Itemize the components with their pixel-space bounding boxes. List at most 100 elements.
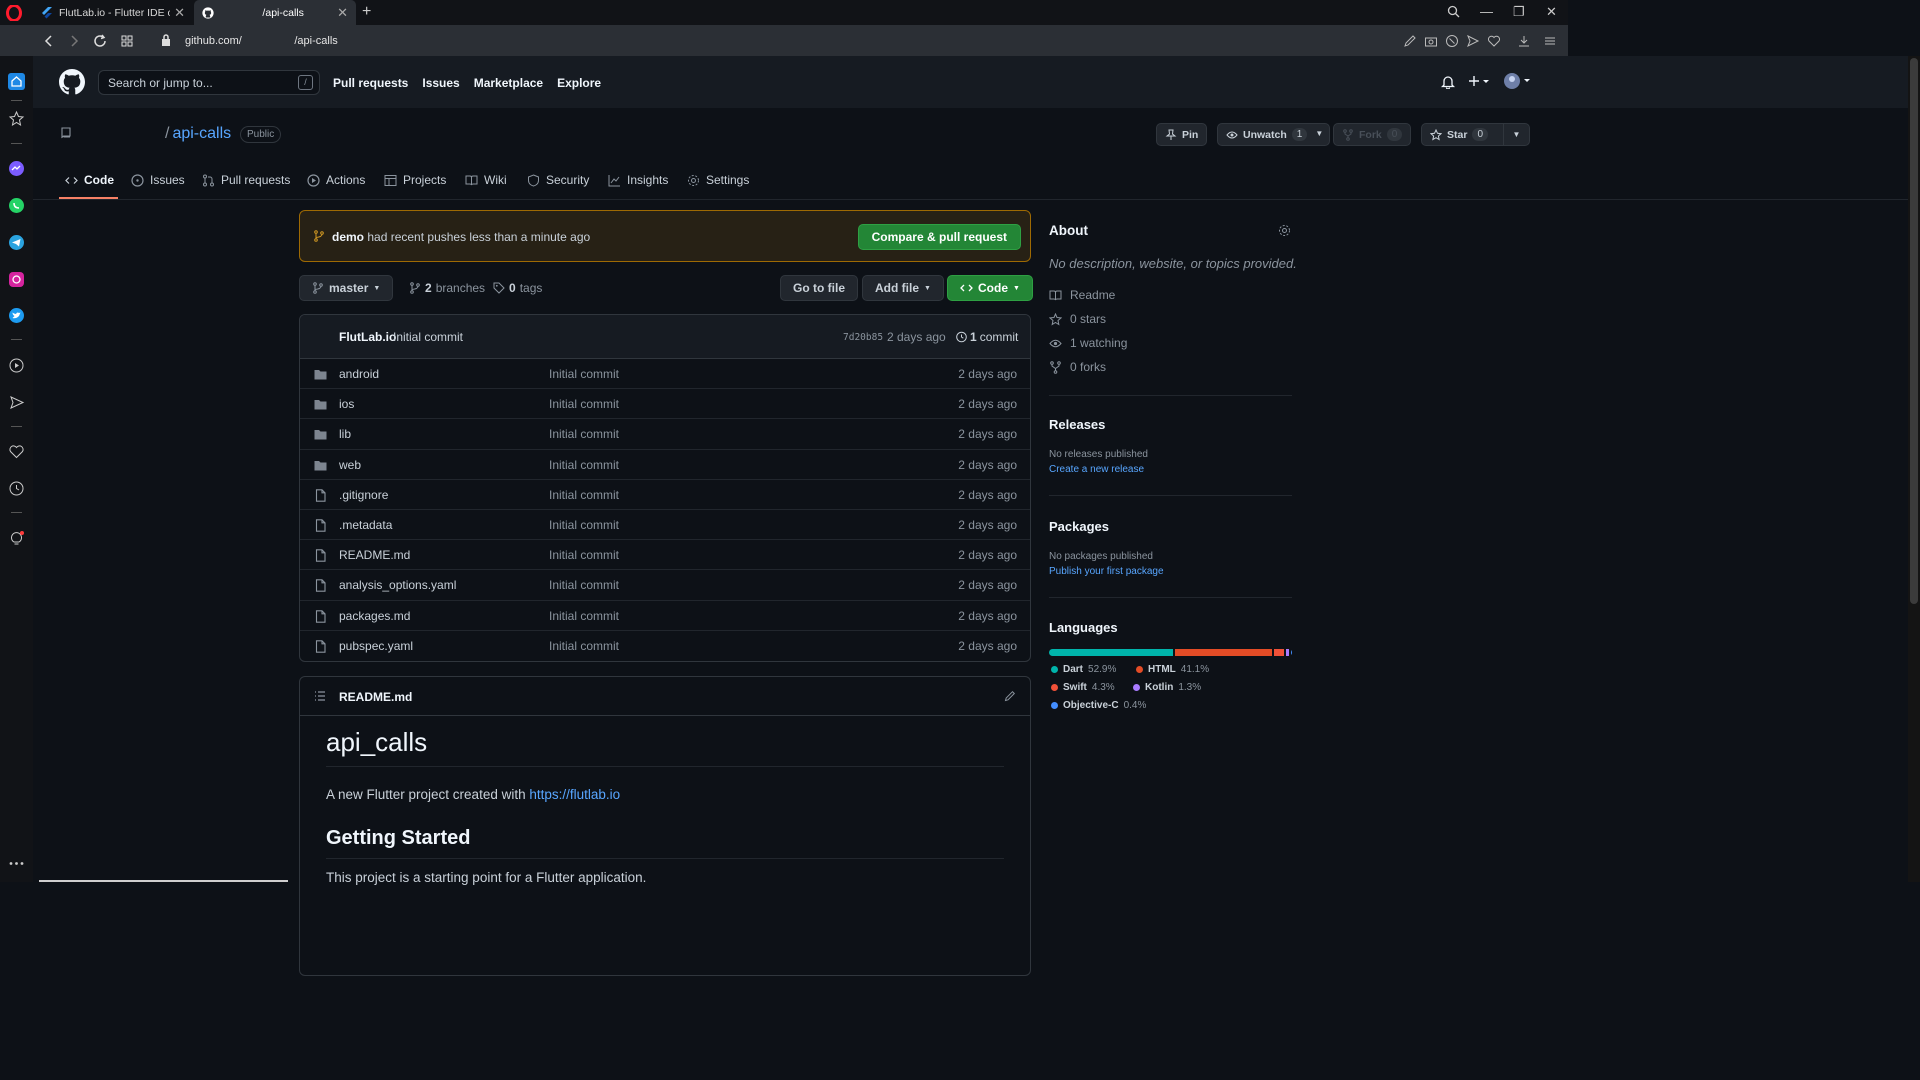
table-row[interactable]: pubspec.yaml Initial commit 2 days ago (300, 631, 1030, 661)
table-row[interactable]: .gitignore Initial commit 2 days ago (300, 480, 1030, 510)
language-item[interactable]: Dart 52.9% (1051, 664, 1116, 675)
file-commit-message[interactable]: Initial commit (549, 639, 619, 653)
stars-link[interactable]: 0 stars (1049, 312, 1106, 326)
table-row[interactable]: android Initial commit 2 days ago (300, 359, 1030, 390)
language-bar-segment[interactable] (1273, 649, 1284, 656)
file-commit-message[interactable]: Initial commit (549, 518, 619, 532)
download-icon[interactable] (1517, 34, 1531, 48)
minimize-icon[interactable]: — (1480, 4, 1493, 19)
language-bar-segment[interactable] (1049, 649, 1174, 656)
lightbulb-icon[interactable] (8, 530, 25, 547)
player-icon[interactable] (8, 357, 25, 374)
table-row[interactable]: packages.md Initial commit 2 days ago (300, 601, 1030, 631)
table-row[interactable]: .metadata Initial commit 2 days ago (300, 510, 1030, 541)
close-tab-icon[interactable]: ✕ (174, 5, 185, 21)
back-icon[interactable] (41, 33, 57, 49)
language-item[interactable]: Objective-C 0.4% (1051, 700, 1146, 711)
file-name-link[interactable]: android (339, 367, 379, 381)
fork-button[interactable]: Fork 0 (1333, 123, 1412, 146)
file-commit-message[interactable]: Initial commit (549, 427, 619, 441)
ad-block-icon[interactable] (1445, 34, 1459, 48)
close-tab-icon[interactable]: ✕ (337, 5, 348, 21)
branch-select-button[interactable]: master ▼ (299, 275, 394, 301)
commit-message[interactable]: Initial commit (393, 330, 463, 344)
gear-icon[interactable] (1278, 224, 1291, 237)
tab-security[interactable]: Security (527, 173, 589, 187)
new-tab-button[interactable]: + (362, 3, 371, 21)
file-name-link[interactable]: ios (339, 397, 354, 411)
file-name-link[interactable]: packages.md (339, 609, 410, 623)
heart-icon[interactable] (1487, 34, 1501, 48)
file-name-link[interactable]: analysis_options.yaml (339, 578, 456, 592)
file-commit-message[interactable]: Initial commit (549, 548, 619, 562)
file-commit-message[interactable]: Initial commit (549, 397, 619, 411)
pencil-icon[interactable] (1004, 690, 1016, 702)
chevron-down-icon[interactable]: ▼ (1315, 129, 1323, 138)
messenger-icon[interactable] (8, 160, 25, 177)
tab-projects[interactable]: Projects (384, 173, 446, 187)
language-item[interactable]: Kotlin 1.3% (1133, 682, 1201, 693)
nav-explore[interactable]: Explore (557, 76, 601, 90)
forward-icon[interactable] (66, 33, 82, 49)
star-list-dropdown[interactable]: ▼ (1503, 124, 1529, 145)
tab-actions[interactable]: Actions (307, 173, 365, 187)
github-logo-icon[interactable] (59, 69, 85, 95)
code-button[interactable]: Code ▼ (947, 275, 1033, 301)
readme-filename[interactable]: README.md (339, 690, 412, 704)
search-input[interactable]: Search or jump to... / (98, 70, 320, 95)
restore-icon[interactable]: ❐ (1513, 4, 1525, 20)
file-name-link[interactable]: pubspec.yaml (339, 639, 413, 653)
lock-icon[interactable] (160, 34, 172, 46)
file-commit-message[interactable]: Initial commit (549, 458, 619, 472)
nav-pull-requests[interactable]: Pull requests (333, 76, 408, 90)
more-icon[interactable] (8, 855, 25, 872)
go-to-file-button[interactable]: Go to file (780, 275, 858, 301)
page-scrollbar[interactable] (1908, 56, 1920, 882)
file-name-link[interactable]: web (339, 458, 361, 472)
file-commit-message[interactable]: Initial commit (549, 609, 619, 623)
flutlab-link[interactable]: https://flutlab.io (529, 787, 620, 802)
add-file-button[interactable]: Add file ▼ (862, 275, 944, 301)
language-bar-segment[interactable] (1286, 649, 1290, 656)
file-name-link[interactable]: README.md (339, 548, 410, 562)
file-name-link[interactable]: .gitignore (339, 488, 388, 502)
scrollbar-thumb[interactable] (1910, 58, 1918, 604)
browser-tab-github[interactable]: ⠀ ⠀ ⠀ ⠀ /api-calls ✕ (194, 0, 356, 25)
table-row[interactable]: analysis_options.yaml Initial commit 2 day… (300, 570, 1030, 601)
readme-link[interactable]: Readme (1049, 288, 1115, 302)
unwatch-button[interactable]: Unwatch 1 ▼ (1217, 123, 1331, 146)
star-button[interactable]: Star 0 ▼ (1421, 123, 1530, 146)
tab-wiki[interactable]: Wiki (465, 173, 507, 187)
tab-settings[interactable]: Settings (687, 173, 749, 187)
nav-issues[interactable]: Issues (422, 76, 459, 90)
table-row[interactable]: ios Initial commit 2 days ago (300, 389, 1030, 420)
table-row[interactable]: README.md Initial commit 2 days ago (300, 540, 1030, 571)
language-item[interactable]: HTML 41.1% (1136, 664, 1209, 675)
list-icon[interactable] (314, 690, 326, 702)
releases-heading[interactable]: Releases (1049, 417, 1105, 432)
forks-link[interactable]: 0 forks (1049, 360, 1106, 374)
language-bar-segment[interactable] (1291, 649, 1292, 656)
compare-pull-request-button[interactable]: Compare & pull request (857, 224, 1021, 250)
menu-icon[interactable] (1543, 34, 1557, 48)
create-new-icon[interactable] (1468, 74, 1492, 88)
telegram-icon[interactable] (8, 234, 25, 251)
nav-marketplace[interactable]: Marketplace (474, 76, 543, 90)
language-bar-segment[interactable] (1175, 649, 1272, 656)
url-input[interactable]: github.com/⠀ ⠀ ⠀ ⠀ ⠀/api-calls (185, 34, 338, 47)
file-commit-message[interactable]: Initial commit (549, 367, 619, 381)
commit-sha[interactable]: 7d20b85 (843, 332, 883, 343)
tab-pull-requests[interactable]: Pull requests (202, 173, 290, 187)
repo-name-link[interactable]: api-calls (172, 125, 231, 142)
history-icon[interactable] (8, 480, 25, 497)
file-commit-message[interactable]: Initial commit (549, 578, 619, 592)
tab-grid-icon[interactable] (119, 33, 135, 49)
avatar[interactable] (1503, 72, 1531, 90)
packages-heading[interactable]: Packages (1049, 519, 1109, 534)
close-window-icon[interactable]: ✕ (1546, 4, 1557, 20)
star-icon[interactable] (8, 110, 25, 127)
heart-icon[interactable] (8, 443, 25, 460)
file-commit-message[interactable]: Initial commit (549, 488, 619, 502)
instagram-icon[interactable] (8, 271, 25, 288)
camera-icon[interactable] (1424, 34, 1438, 48)
